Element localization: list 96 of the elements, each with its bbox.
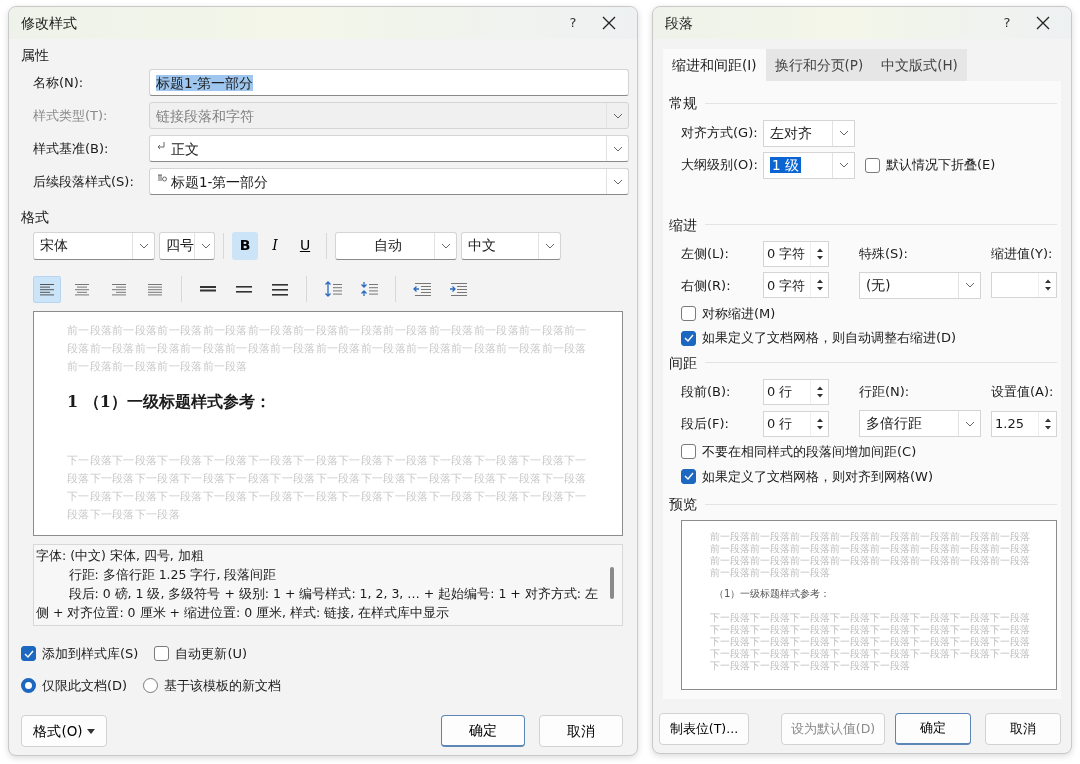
field-label: 后续段落样式(S):: [33, 173, 135, 191]
dropdown-field[interactable]: 1 级: [763, 151, 855, 179]
field-label: 缩进值(Y):: [991, 245, 1053, 263]
dialog-button[interactable]: 制表位(T)...: [659, 713, 749, 745]
indent-decrease-icon: [413, 280, 431, 298]
input-field[interactable]: 标题1-第一部分: [149, 69, 629, 97]
language-dropdown[interactable]: 中文: [461, 231, 561, 260]
checkbox-label: 不要在相同样式的段落间增加间距(C): [702, 443, 917, 461]
checkbox[interactable]: [681, 330, 696, 346]
help-button[interactable]: ?: [991, 9, 1023, 37]
spinner-field[interactable]: 1.25: [991, 410, 1057, 437]
chevron-down-icon: [837, 160, 850, 170]
dialog-button[interactable]: 取消: [539, 715, 623, 747]
spinner-field[interactable]: 0 字符: [763, 272, 829, 299]
section-heading: 间距: [669, 353, 697, 373]
font-dropdown[interactable]: 宋体: [33, 231, 155, 260]
field-label: 段后(F):: [681, 414, 730, 433]
bold-button[interactable]: B: [232, 231, 258, 260]
indent-increase-icon: [449, 280, 467, 298]
checkbox[interactable]: [154, 646, 170, 662]
field-label: 行距(N):: [859, 383, 911, 402]
spinner-field[interactable]: [991, 272, 1057, 299]
spinner-field[interactable]: 0 行: [763, 410, 829, 437]
checkbox[interactable]: [21, 646, 36, 662]
dropdown-field[interactable]: (无): [859, 271, 981, 299]
description-text: 行距: 多倍行距 1.25 字行, 段落间距: [67, 566, 278, 584]
preview-heading: 1 （1）一级标题样式参考：: [67, 390, 272, 413]
field-label: 对齐方式(G):: [681, 124, 759, 143]
checkbox-label: 默认情况下折叠(E): [886, 156, 996, 175]
dialog-button[interactable]: 确定: [895, 713, 971, 745]
size-dropdown[interactable]: 四号: [159, 231, 215, 260]
close-icon: [602, 16, 616, 30]
dialog-title: 修改样式: [21, 13, 77, 33]
description-text: 字体: (中文) 宋体, 四号, 加粗: [36, 547, 205, 565]
spacing-increase-icon: [324, 280, 342, 298]
close-icon: [1036, 16, 1050, 30]
return-mark-icon: [156, 141, 168, 151]
dropdown-field[interactable]: 左对齐: [763, 119, 855, 147]
spacing-decrease-icon: [360, 280, 378, 298]
section-heading: 预览: [669, 495, 697, 514]
spinner-arrows-icon: [815, 416, 824, 431]
preview-heading: （1）一级标题样式参考：: [714, 588, 832, 601]
spinner-arrows-icon: [1043, 416, 1052, 431]
checkbox-label: 对称缩进(M): [702, 304, 776, 323]
dialog-button[interactable]: 确定: [441, 715, 525, 747]
section-heading: 格式: [21, 208, 50, 228]
checkbox[interactable]: [681, 444, 696, 460]
underline-button[interactable]: U: [292, 231, 318, 260]
chevron-down-icon: [837, 128, 850, 138]
line-spacing-icon: [199, 286, 217, 292]
dialog-button[interactable]: 取消: [985, 713, 1061, 745]
scrollbar-thumb[interactable]: [610, 567, 614, 599]
field-label: 特殊(S):: [859, 245, 909, 263]
spinner-arrows-icon: [815, 246, 824, 261]
dropdown-field[interactable]: 标题1-第一部分: [149, 168, 629, 196]
field-label: 名称(N):: [33, 74, 85, 92]
description-text: 段后: 0 磅, 1 级, 多级符号 + 级别: 1 + 编号样式: 1, 2, 3, … + 起始编号: 1 + 对齐方式: 左侧 + 对齐位置: 0 厘米 + 缩进位置: 0 厘米, 样式: 链接, 在样式库中显示: [36, 585, 598, 622]
radio-button[interactable]: [143, 677, 159, 693]
field-label: 样式基准(B):: [33, 140, 110, 158]
tab[interactable]: 中文版式(H): [872, 49, 967, 82]
tab[interactable]: 缩进和间距(I): [663, 49, 766, 82]
section-heading: 缩进: [669, 215, 697, 235]
section-heading: 常规: [669, 94, 697, 114]
checkbox[interactable]: [865, 157, 880, 173]
caret-down-icon: [86, 728, 95, 734]
radio-button[interactable]: [21, 677, 36, 693]
section-heading: 属性: [21, 46, 50, 65]
spinner-arrows-icon: [1043, 278, 1052, 293]
dialog-title: 段落: [665, 13, 693, 33]
dialog-button[interactable]: 格式(O): [21, 715, 107, 747]
checkbox[interactable]: [681, 468, 696, 484]
dropdown-field[interactable]: 多倍行距: [859, 410, 981, 437]
dropdown-field[interactable]: 正文: [149, 135, 629, 163]
tab[interactable]: 换行和分页(P): [765, 49, 873, 82]
checkbox-label: 如果定义了文档网格，则自动调整右缩进(D): [702, 329, 957, 348]
checkbox-label: 自动更新(U): [175, 645, 248, 663]
checkbox-label: 如果定义了文档网格，则对齐到网格(W): [702, 467, 933, 486]
field-label: 左侧(L):: [681, 245, 730, 263]
radio-label: 基于该模板的新文档: [164, 676, 282, 695]
field-label: 设置值(A):: [991, 383, 1054, 402]
field-label: 样式类型(T):: [33, 107, 109, 125]
spinner-field[interactable]: 0 字符: [763, 240, 829, 267]
align-left-button[interactable]: [33, 275, 61, 303]
spinner-arrows-icon: [815, 385, 824, 399]
field-label: 右侧(R):: [681, 276, 732, 295]
spinner-field[interactable]: 0 行: [763, 379, 829, 405]
field-label: 大纲级别(O):: [681, 156, 759, 175]
field-label: 段前(B):: [681, 383, 732, 402]
linked-style-icon: [156, 174, 168, 184]
radio-label: 仅限此文档(D): [42, 676, 128, 695]
spinner-arrows-icon: [815, 278, 824, 293]
color-dropdown[interactable]: 自动: [335, 231, 457, 260]
help-button[interactable]: ?: [557, 9, 589, 37]
checkbox-label: 添加到样式库(S): [42, 645, 139, 663]
italic-button[interactable]: I: [262, 231, 288, 260]
checkbox[interactable]: [681, 306, 696, 321]
